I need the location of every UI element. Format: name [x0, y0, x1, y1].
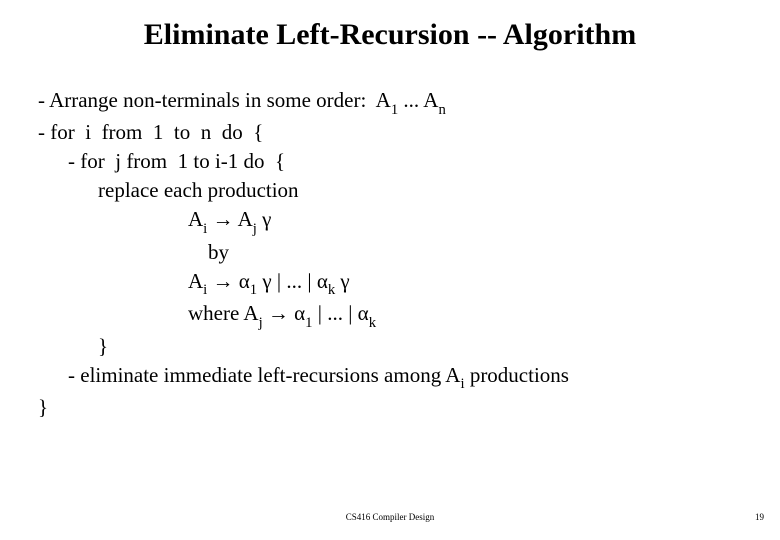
- text: ... A: [398, 88, 438, 112]
- text: → α: [263, 301, 306, 325]
- line-6: by: [38, 238, 738, 267]
- subscript: j: [253, 221, 257, 237]
- line-8: where Aj → α1 | ... | αk: [38, 299, 738, 331]
- line-2: - for i from 1 to n do {: [38, 118, 738, 147]
- subscript: i: [203, 282, 207, 298]
- text: where A: [188, 301, 259, 325]
- slide-body: - Arrange non-terminals in some order: A…: [38, 86, 738, 422]
- page-number: 19: [755, 512, 764, 522]
- subscript: 1: [250, 282, 257, 298]
- line-7: Ai → α1 γ | ... | αk γ: [38, 267, 738, 299]
- line-1: - Arrange non-terminals in some order: A…: [38, 86, 738, 118]
- text: γ | ... | α: [257, 269, 328, 293]
- subscript: n: [438, 102, 445, 118]
- text: - for j from 1 to i-1 do {: [68, 149, 285, 173]
- subscript: i: [460, 376, 464, 392]
- subscript: j: [259, 315, 263, 331]
- line-5: Ai → Aj γ: [38, 205, 738, 237]
- text: }: [38, 395, 48, 419]
- text: productions: [465, 363, 569, 387]
- text: replace each production: [98, 178, 299, 202]
- text: γ: [257, 207, 272, 231]
- text: → α: [207, 269, 250, 293]
- subscript: i: [203, 221, 207, 237]
- footer-text: CS416 Compiler Design: [0, 512, 780, 522]
- subscript: k: [369, 315, 376, 331]
- title-text: Eliminate Left-Recursion -- Algorithm: [144, 18, 636, 51]
- text: }: [98, 334, 108, 358]
- text: by: [208, 240, 229, 264]
- line-4: replace each production: [38, 176, 738, 205]
- text: - eliminate immediate left-recursions am…: [68, 363, 460, 387]
- line-10: - eliminate immediate left-recursions am…: [38, 361, 738, 393]
- slide: Eliminate Left-Recursion -- Algorithm - …: [0, 0, 780, 540]
- subscript: k: [328, 282, 335, 298]
- slide-title: Eliminate Left-Recursion -- Algorithm: [0, 18, 780, 52]
- text: - Arrange non-terminals in some order: A: [38, 88, 391, 112]
- text: - for i from 1 to n do {: [38, 120, 263, 144]
- text: A: [188, 207, 203, 231]
- text: → A: [207, 207, 253, 231]
- subscript: 1: [391, 102, 398, 118]
- line-9: }: [38, 332, 738, 361]
- text: A: [188, 269, 203, 293]
- text: γ: [335, 269, 350, 293]
- text: | ... | α: [313, 301, 369, 325]
- line-11: }: [38, 393, 738, 422]
- line-3: - for j from 1 to i-1 do {: [38, 147, 738, 176]
- subscript: 1: [305, 315, 312, 331]
